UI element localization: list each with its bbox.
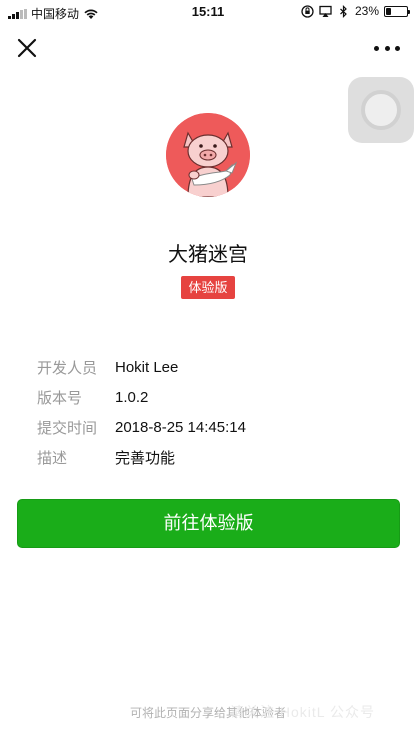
info-label: 开发人员	[37, 359, 98, 377]
info-value: Hokit Lee	[115, 358, 179, 376]
open-trial-button[interactable]: 前往体验版	[17, 499, 400, 548]
info-row-description: 描述 完善功能	[37, 442, 397, 472]
status-right: 23%	[301, 4, 410, 18]
trial-version-badge: 体验版	[181, 276, 235, 299]
more-dot-icon	[395, 45, 400, 51]
info-row-version: 版本号 1.0.2	[37, 382, 397, 412]
app-avatar	[166, 113, 250, 197]
info-label: 版本号	[37, 389, 83, 407]
info-label: 提交时间	[37, 419, 98, 437]
battery-percent: 23%	[354, 4, 379, 18]
more-button[interactable]	[372, 36, 402, 60]
info-label: 描述	[37, 449, 68, 467]
close-button[interactable]	[14, 35, 40, 61]
pig-logo-icon	[166, 113, 250, 197]
status-bar: 中国移动 15:11 23%	[0, 0, 416, 24]
more-dot-icon	[384, 45, 390, 51]
info-row-developer: 开发人员 Hokit Lee	[37, 352, 397, 382]
bluetooth-icon	[340, 4, 347, 18]
close-icon	[17, 38, 37, 58]
assistive-touch-button[interactable]	[348, 77, 414, 143]
info-value: 1.0.2	[115, 388, 149, 406]
more-dot-icon	[374, 45, 379, 51]
app-title: 大猪迷宫	[168, 244, 248, 266]
watermark: 请关注 HokitL 公众号	[230, 704, 375, 720]
info-row-submit-time: 提交时间 2018-8-25 14:45:14	[37, 412, 397, 442]
orientation-lock-icon	[301, 4, 314, 18]
info-value: 完善功能	[115, 449, 176, 467]
airplay-icon	[319, 5, 332, 17]
assistive-touch-icon	[361, 90, 401, 130]
app-info-list: 开发人员 Hokit Lee 版本号 1.0.2 提交时间 2018-8-25 …	[37, 352, 397, 472]
info-value: 2018-8-25 14:45:14	[115, 418, 246, 436]
battery-icon	[384, 5, 410, 17]
battery-fill	[386, 7, 391, 15]
